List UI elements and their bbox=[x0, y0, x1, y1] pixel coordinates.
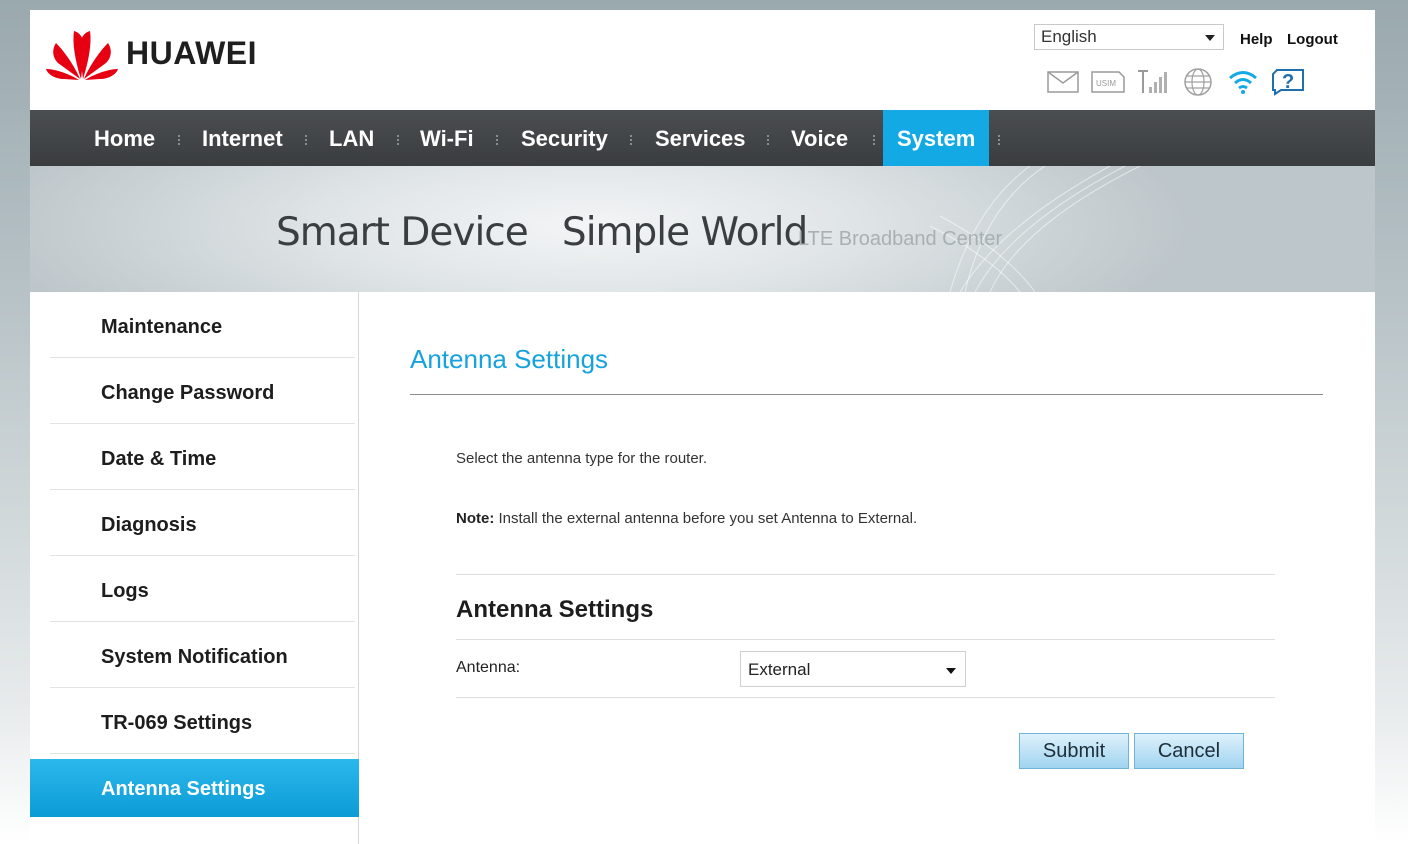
note-text: Note: Install the external antenna befor… bbox=[456, 510, 917, 527]
cancel-button[interactable]: Cancel bbox=[1134, 733, 1244, 769]
usim-icon: USIM bbox=[1085, 65, 1130, 99]
note-label: Note: bbox=[456, 510, 495, 527]
nav-separator bbox=[873, 135, 875, 145]
main-nav: Home Internet LAN Wi-Fi Security Service… bbox=[30, 110, 1375, 166]
help-icon[interactable]: ? bbox=[1265, 65, 1310, 99]
nav-separator bbox=[998, 135, 1000, 145]
nav-separator bbox=[397, 135, 399, 145]
chevron-down-icon bbox=[946, 668, 956, 674]
wifi-icon[interactable] bbox=[1220, 65, 1265, 99]
sidebar-item-system-notification[interactable]: System Notification bbox=[50, 622, 355, 688]
huawei-logo: HUAWEI bbox=[44, 25, 257, 81]
usim-label: USIM bbox=[1096, 79, 1116, 88]
description-text: Select the antenna type for the router. bbox=[456, 450, 708, 467]
logout-link[interactable]: Logout bbox=[1287, 31, 1338, 48]
nav-separator bbox=[630, 135, 632, 145]
header: HUAWEI English Help Logout USIM ? bbox=[30, 10, 1375, 110]
status-icons: USIM ? bbox=[1040, 65, 1310, 99]
antenna-label: Antenna: bbox=[456, 659, 521, 676]
help-icon-glyph: ? bbox=[1282, 71, 1294, 93]
antenna-select[interactable]: External bbox=[740, 651, 966, 687]
help-link[interactable]: Help bbox=[1240, 31, 1273, 48]
huawei-petal-icon bbox=[46, 31, 118, 80]
mail-icon[interactable] bbox=[1040, 65, 1085, 99]
section-divider bbox=[456, 574, 1275, 575]
banner-subtitle: LTE Broadband Center bbox=[798, 228, 1003, 250]
submit-button[interactable]: Submit bbox=[1019, 733, 1129, 769]
nav-separator bbox=[767, 135, 769, 145]
field-divider bbox=[456, 639, 1275, 640]
field-divider bbox=[456, 697, 1275, 698]
sidebar-item-antenna-settings[interactable]: Antenna Settings bbox=[30, 759, 359, 817]
sidebar-item-date-time[interactable]: Date & Time bbox=[50, 424, 355, 490]
nav-separator bbox=[178, 135, 180, 145]
sidebar: Maintenance Change Password Date & Time … bbox=[30, 292, 359, 844]
globe-icon bbox=[1175, 65, 1220, 99]
sidebar-item-logs[interactable]: Logs bbox=[50, 556, 355, 622]
nav-internet[interactable]: Internet bbox=[202, 110, 283, 166]
title-divider bbox=[410, 394, 1323, 395]
nav-separator bbox=[305, 135, 307, 145]
nav-security[interactable]: Security bbox=[521, 110, 608, 166]
section-title: Antenna Settings bbox=[456, 596, 654, 623]
nav-lan[interactable]: LAN bbox=[329, 110, 374, 166]
sidebar-item-diagnosis[interactable]: Diagnosis bbox=[50, 490, 355, 556]
nav-wifi[interactable]: Wi-Fi bbox=[420, 110, 474, 166]
sidebar-item-tr069-settings[interactable]: TR-069 Settings bbox=[50, 688, 355, 754]
nav-voice[interactable]: Voice bbox=[791, 110, 848, 166]
banner: Smart Device Simple World LTE Broadband … bbox=[30, 166, 1375, 292]
nav-services[interactable]: Services bbox=[655, 110, 746, 166]
antenna-value: External bbox=[748, 660, 811, 679]
banner-title: Smart Device Simple World bbox=[276, 210, 808, 255]
sidebar-item-maintenance[interactable]: Maintenance bbox=[50, 292, 355, 358]
nav-system[interactable]: System bbox=[883, 110, 990, 166]
note-body: Install the external antenna before you … bbox=[494, 510, 918, 527]
sidebar-item-change-password[interactable]: Change Password bbox=[50, 358, 355, 424]
language-value: English bbox=[1041, 27, 1097, 46]
nav-home[interactable]: Home bbox=[94, 110, 155, 166]
chevron-down-icon bbox=[1205, 35, 1215, 41]
brand-name: HUAWEI bbox=[126, 34, 257, 71]
nav-separator bbox=[496, 135, 498, 145]
language-select[interactable]: English bbox=[1034, 24, 1224, 50]
page-title: Antenna Settings bbox=[410, 344, 609, 374]
router-web-console: HUAWEI English Help Logout USIM ? Home I… bbox=[30, 10, 1375, 844]
signal-icon bbox=[1130, 65, 1175, 99]
